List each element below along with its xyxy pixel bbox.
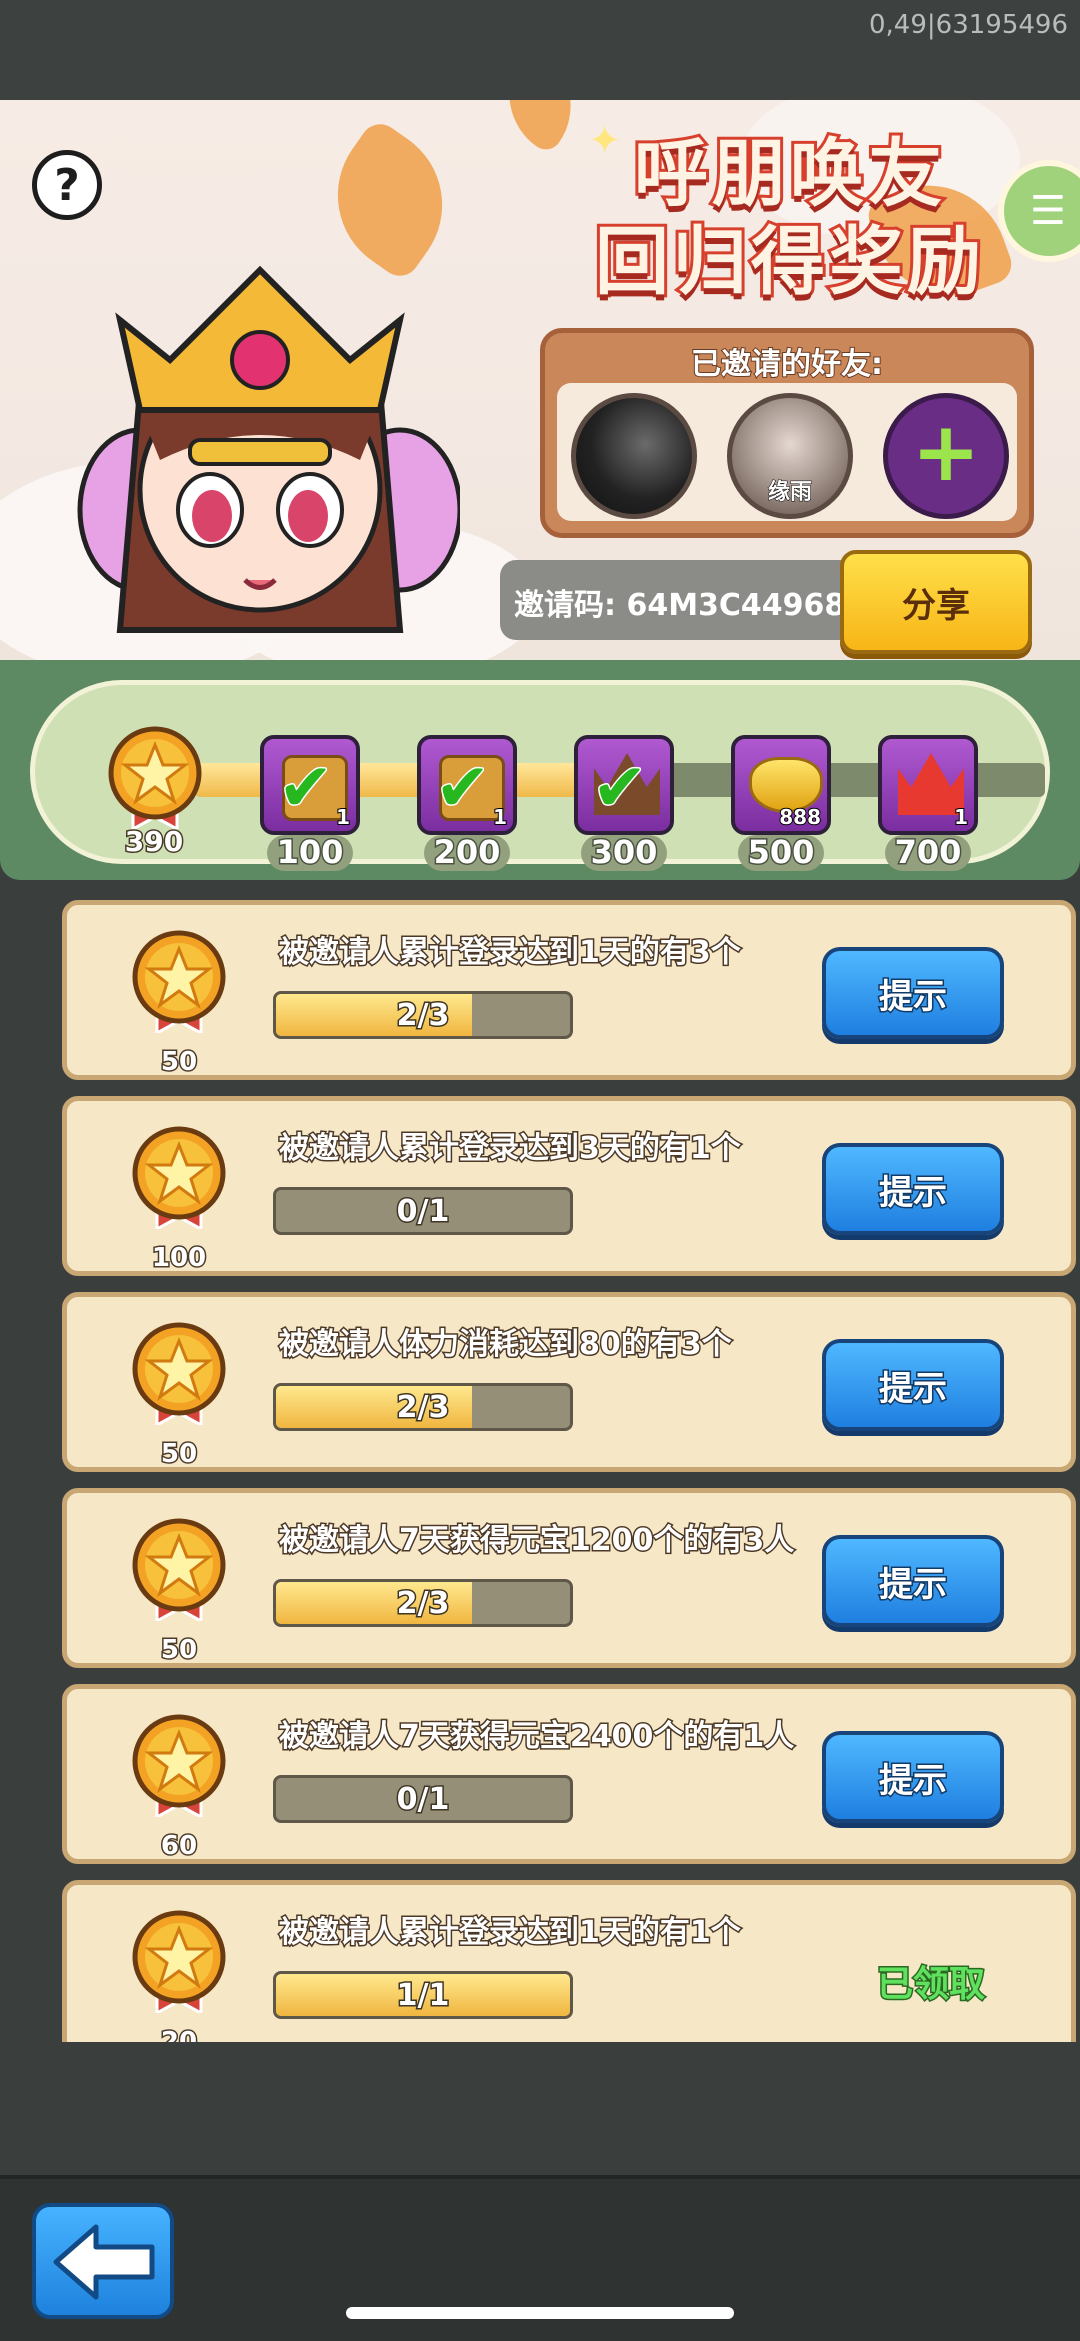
check-icon: ✔ [590,748,648,828]
task-description: 被邀请人体力消耗达到80的有3个 [278,1326,734,1364]
invite-code-text: 邀请码: 64M3C44968 [514,588,846,623]
star-medal-icon [108,726,202,829]
reward-amount: 50 [159,1438,198,1471]
milestone-value: 300 [589,832,659,873]
invited-friends-panel: 已邀请的好友: 缘雨 + [540,328,1034,538]
plus-icon: + [911,405,981,500]
add-friend-button[interactable]: + [883,393,1009,519]
task-progress-text: 2/3 [395,1388,451,1426]
bottom-bar [0,2175,1080,2341]
task-description: 被邀请人累计登录达到3天的有1个 [278,1130,743,1168]
milestone-reward[interactable]: ✔ 1 [417,735,517,835]
task-progress-text: 0/1 [395,1192,451,1230]
milestone-value: 500 [746,832,816,873]
milestone-value: 700 [893,832,963,873]
reward-amount: 100 [150,1242,207,1275]
back-arrow-icon [53,2224,155,2300]
hint-button[interactable]: 提示 [822,1535,1004,1627]
task-progress-text: 2/3 [395,996,451,1034]
hint-button[interactable]: 提示 [822,947,1004,1039]
milestone-reward[interactable]: ✔ [574,735,674,835]
hint-button[interactable]: 提示 [822,1339,1004,1431]
task-list[interactable]: 50 被邀请人累计登录达到1天的有3个 2/3 提示 100 被邀请人累计登录达到3天的有… [62,900,1078,2042]
reward-amount: 20 [159,2026,198,2043]
hint-button[interactable]: 提示 [822,1143,1004,1235]
back-button[interactable] [32,2203,174,2319]
friend-avatar[interactable]: 缘雨 [727,393,853,519]
milestone-reward[interactable]: ✔ 1 [260,735,360,835]
current-points: 390 [123,824,184,860]
task-progress-bar: 2/3 [273,1383,573,1431]
character-portrait [77,265,460,633]
task-progress-bar: 2/3 [273,1579,573,1627]
friend-avatar[interactable] [571,393,697,519]
task-row: 50 被邀请人累计登录达到1天的有3个 2/3 提示 [62,900,1076,1080]
milestone-reward[interactable]: 1 [878,735,978,835]
star-medal-icon [132,1518,226,1621]
reward-amount: 50 [159,1046,198,1079]
status-text: 0,49|63195496 [869,10,1068,40]
task-row: 50 被邀请人体力消耗达到80的有3个 2/3 提示 [62,1292,1076,1472]
check-icon: ✔ [433,748,491,828]
task-progress-text: 2/3 [395,1584,451,1622]
milestone-reward[interactable]: 888 [731,735,831,835]
task-row: 50 被邀请人7天获得元宝1200个的有3人 2/3 提示 [62,1488,1076,1668]
task-description: 被邀请人累计登录达到1天的有3个 [278,934,743,972]
task-progress-text: 0/1 [395,1780,451,1818]
share-button[interactable]: 分享 [840,550,1032,654]
reward-amount: 60 [159,1830,198,1863]
reward-amount: 50 [159,1634,198,1667]
claimed-label: 已领取 [875,1963,986,2007]
task-description: 被邀请人7天获得元宝2400个的有1人 [277,1718,795,1756]
friends-title: 已邀请的好友: [690,346,884,383]
star-medal-icon [132,1322,226,1425]
reward-progress-track: 390 ✔ 1 100 ✔ 1 200 ✔ 300 888 500 1 700 [0,660,1080,880]
star-medal-icon [132,930,226,1033]
task-progress-bar: 2/3 [273,991,573,1039]
task-description: 被邀请人7天获得元宝1200个的有3人 [277,1522,795,1560]
task-progress-text: 1/1 [395,1976,451,2014]
event-title: 呼朋唤友 回归得奖励 [592,128,985,308]
task-progress-bar: 0/1 [273,1775,573,1823]
hint-button[interactable]: 提示 [822,1731,1004,1823]
star-medal-icon [132,1714,226,1817]
menu-icon: ☰ [1030,188,1066,234]
hero-banner: ? ✦ 呼朋唤友 回归得奖励 ☰ 已邀请的好友: 缘雨 + 邀请码: 64M3C… [0,100,1080,660]
check-icon: ✔ [276,748,334,828]
home-indicator[interactable] [346,2307,734,2319]
task-row: 60 被邀请人7天获得元宝2400个的有1人 0/1 提示 [62,1684,1076,1864]
task-row: 20 被邀请人累计登录达到1天的有1个 1/1 已领取 [62,1880,1076,2042]
invite-code-field: 邀请码: 64M3C44968 [500,560,860,640]
task-row: 100 被邀请人累计登录达到3天的有1个 0/1 提示 [62,1096,1076,1276]
milestone-value: 100 [275,832,345,873]
task-progress-bar: 0/1 [273,1187,573,1235]
task-progress-bar: 1/1 [273,1971,573,2019]
friend-name: 缘雨 [767,480,812,506]
status-bar: 0,49|63195496 [0,0,1080,100]
star-medal-icon [132,1126,226,1229]
task-description: 被邀请人累计登录达到1天的有1个 [278,1914,743,1952]
milestone-value: 200 [432,832,502,873]
star-medal-icon [132,1910,226,2013]
